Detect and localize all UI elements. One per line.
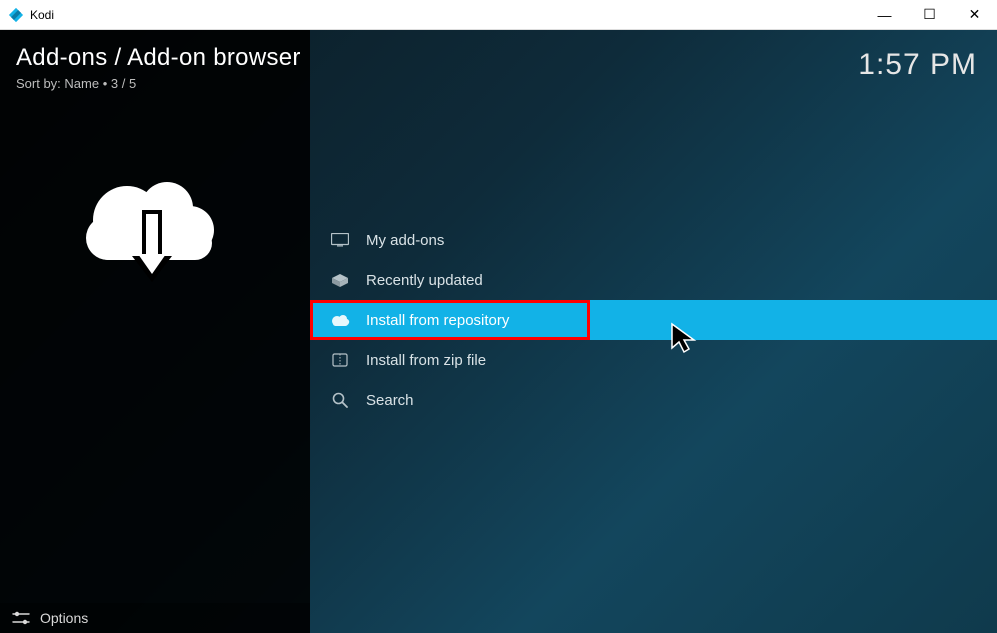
kodi-logo-icon — [8, 7, 24, 23]
sort-count: 3 / 5 — [111, 76, 136, 91]
menu-list: My add-ons Recently updated Install from… — [310, 220, 997, 420]
window-titlebar: Kodi — ☐ ✕ — [0, 0, 997, 30]
sliders-icon — [10, 611, 32, 625]
menu-item-label: My add-ons — [366, 232, 444, 249]
window-title: Kodi — [30, 8, 54, 22]
menu-item-recently-updated[interactable]: Recently updated — [310, 260, 997, 300]
minimize-glyph: — — [878, 7, 892, 23]
app-body: Add-ons / Add-on browser Sort by: Name •… — [0, 30, 997, 633]
menu-item-label: Recently updated — [366, 272, 483, 289]
cloud-download-icon — [72, 160, 232, 320]
breadcrumb: Add-ons / Add-on browser — [16, 44, 301, 72]
box-open-icon — [326, 272, 354, 288]
window-maximize-button[interactable]: ☐ — [907, 0, 952, 30]
left-panel — [0, 30, 310, 633]
sort-separator: • — [99, 76, 111, 91]
zip-file-icon — [326, 352, 354, 368]
menu-item-label: Install from zip file — [366, 352, 486, 369]
options-button[interactable]: Options — [0, 603, 310, 633]
maximize-glyph: ☐ — [923, 6, 936, 23]
sort-field: Name — [64, 76, 99, 91]
close-glyph: ✕ — [969, 6, 981, 23]
menu-item-label: Install from repository — [366, 312, 509, 329]
menu-item-label: Search — [366, 392, 414, 409]
clock: 1:57 PM — [858, 48, 977, 82]
menu-item-install-from-repository[interactable]: Install from repository — [310, 300, 997, 340]
window-close-button[interactable]: ✕ — [952, 0, 997, 30]
sort-line[interactable]: Sort by: Name • 3 / 5 — [16, 76, 136, 91]
cloud-icon — [326, 313, 354, 327]
menu-item-my-addons[interactable]: My add-ons — [310, 220, 997, 260]
window-minimize-button[interactable]: — — [862, 0, 907, 30]
display-icon — [326, 233, 354, 247]
sort-prefix: Sort by: — [16, 76, 64, 91]
search-icon — [326, 391, 354, 409]
menu-item-search[interactable]: Search — [310, 380, 997, 420]
options-label: Options — [40, 610, 88, 626]
menu-item-install-from-zip[interactable]: Install from zip file — [310, 340, 997, 380]
